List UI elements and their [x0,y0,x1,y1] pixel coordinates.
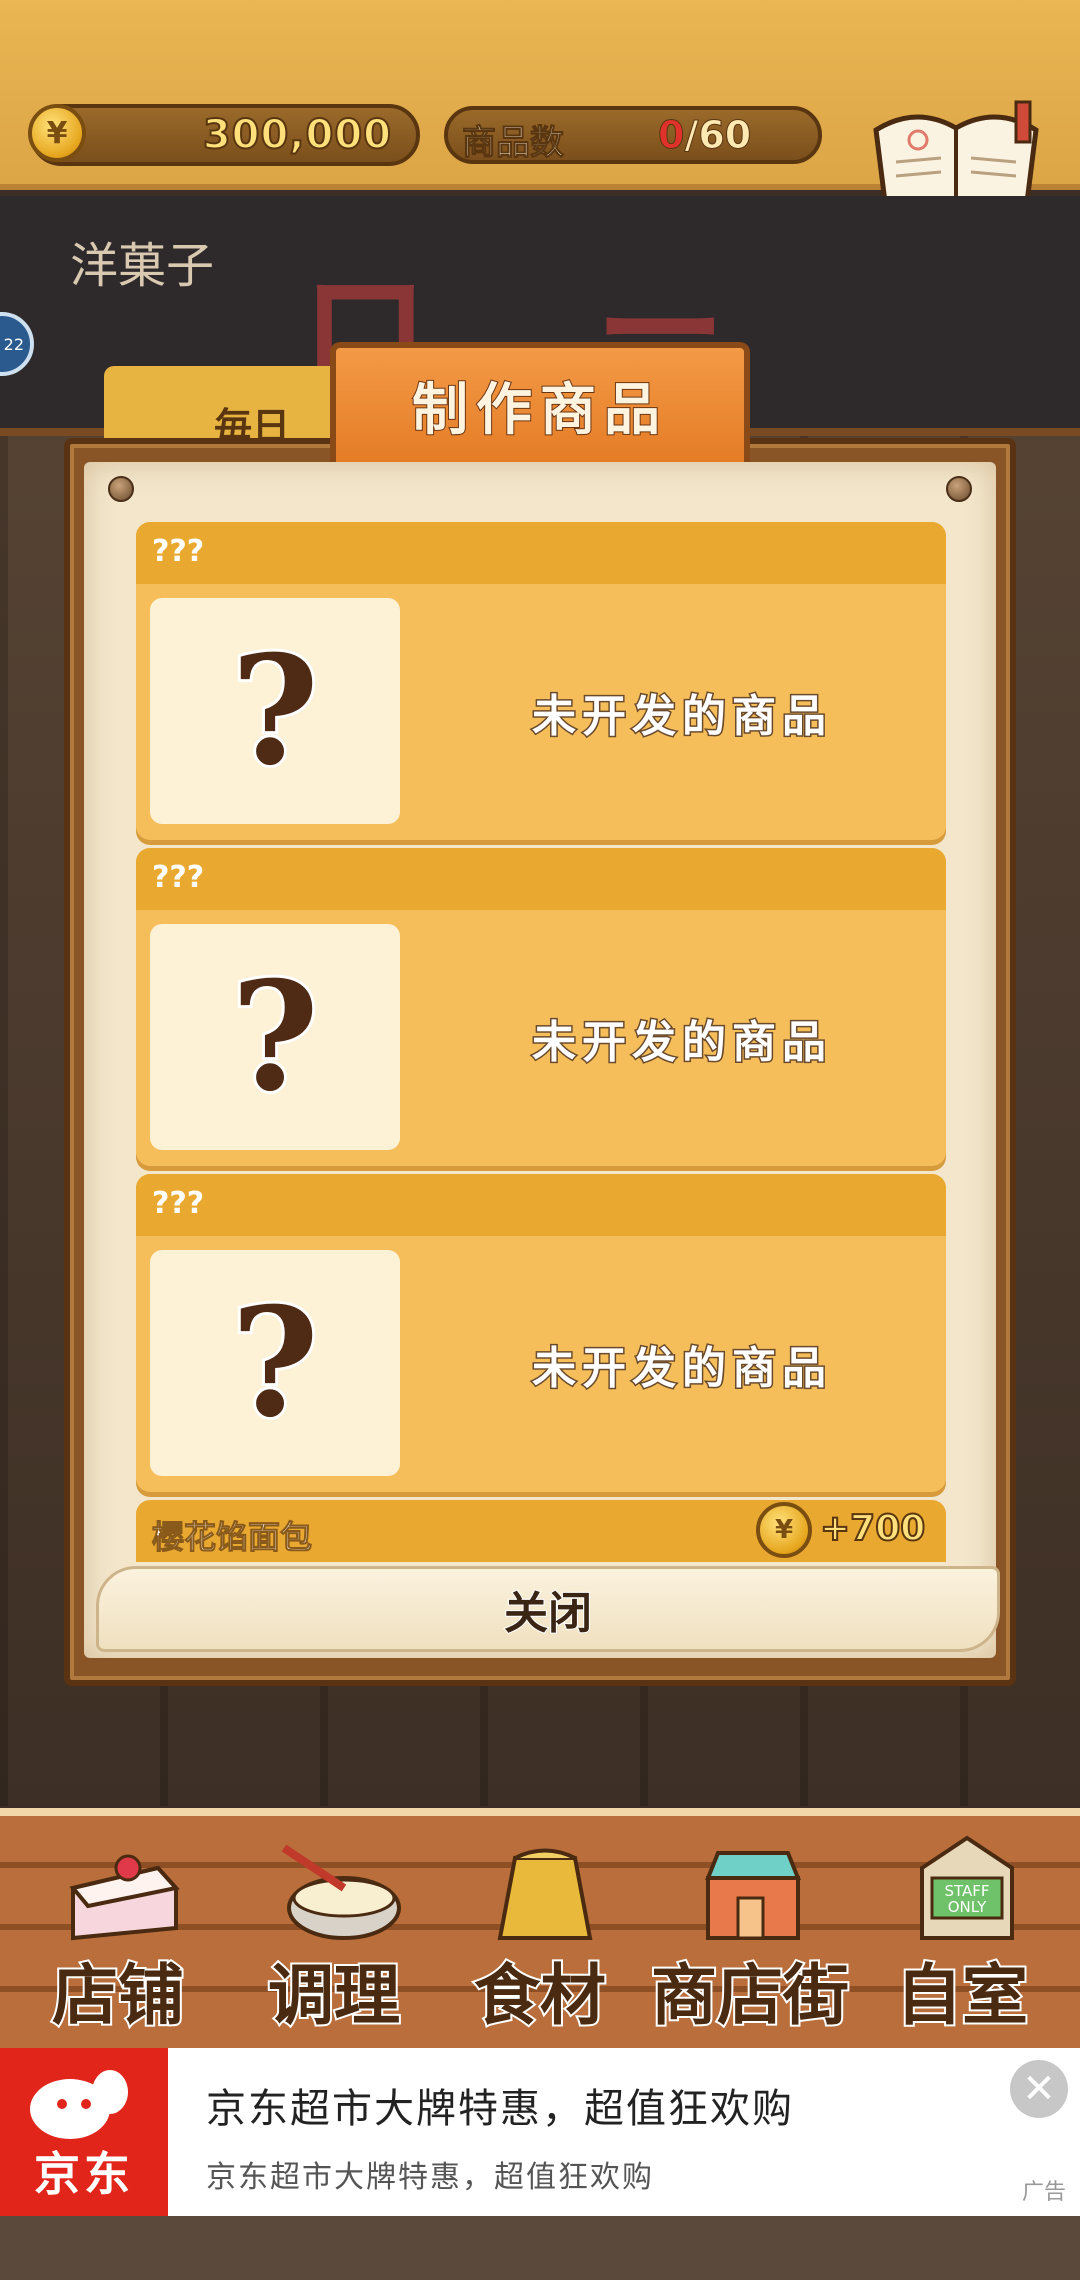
nav-label: 调理 [266,1955,402,2036]
nav-shop[interactable]: 店铺 [18,1828,218,2050]
nav-label: 自室 [894,1955,1030,2036]
money-value: 300,000 [202,111,392,159]
product-thumbnail: ? [150,598,400,824]
modal-title: 制作商品 [411,377,668,444]
shop-street-icon [705,1851,801,1940]
question-mark-icon: ? [228,946,322,1128]
product-card[interactable]: ??? ? 未开发的商品 [136,522,946,840]
top-status-bar: ¥ 300,000 商品数 0/60 食谱 [0,0,1080,258]
pin-icon [108,476,134,502]
card-header: ??? [136,522,946,584]
pin-icon [946,476,972,502]
goods-label: 商品数 [462,123,565,164]
close-label: 关闭 [503,1587,593,1640]
card-status: 未开发的商品 [531,1016,832,1070]
question-mark-icon: ? [228,620,322,802]
mixing-bowl-icon [281,1844,401,1940]
product-thumbnail: ? [150,924,400,1150]
nav-ingredients[interactable]: 食材 [440,1828,640,2050]
nav-label: 食材 [472,1955,608,2036]
close-button[interactable]: 关闭 [96,1566,1000,1652]
svg-text:ONLY: ONLY [948,1898,987,1916]
goods-max: 60 [698,113,752,158]
close-icon[interactable]: ✕ [1010,2060,1068,2118]
ad-tag: 广告 [1021,2180,1066,2205]
flour-bag-icon [497,1848,593,1940]
nav-cooking[interactable]: 调理 [234,1828,434,2050]
nav-label: 店铺 [50,1955,186,2036]
nav-my-room[interactable]: STAFF ONLY 自室 [862,1828,1062,2050]
side-badge[interactable]: 22 [0,312,34,376]
question-mark-icon: ? [228,1272,322,1454]
card-status: 未开发的商品 [531,690,832,744]
modal-title-tab: 制作商品 [330,342,750,462]
ad-brand-logo: 京东 [0,2048,168,2216]
product-name: 樱花馅面包 [151,1518,313,1557]
ad-brand-name: 京东 [34,2147,134,2201]
goods-current: 0 [657,113,685,158]
card-status: 未开发的商品 [531,1342,832,1396]
ad-title: 京东超市大牌特惠，超值狂欢购 [206,2086,794,2132]
cake-icon [69,1854,180,1941]
shop-sign-small: 洋菓子 [70,238,215,294]
ad-banner[interactable]: 京东 京东超市大牌特惠，超值狂欢购 京东超市大牌特惠，超值狂欢购 ✕ 广告 [0,2048,1080,2216]
ad-subtitle: 京东超市大牌特惠，超值狂欢购 [206,2160,654,2195]
product-card[interactable]: ??? ? 未开发的商品 [136,1174,946,1492]
money-display: ¥ 300,000 [28,104,420,166]
product-thumbnail: ? [150,1250,400,1476]
card-header: ??? [136,848,946,910]
product-card-partial[interactable]: 樱花馅面包 ¥ +700 [136,1500,946,1562]
goods-count-display: 商品数 0/60 [444,106,822,164]
product-card[interactable]: ??? ? 未开发的商品 [136,848,946,1166]
bottom-nav: 店铺 调理 食材 商店街 STAFF ONLY 自室 [0,1808,1080,2048]
yen-coin-icon: ¥ [756,1502,812,1558]
yen-coin-icon: ¥ [28,104,86,162]
card-header: ??? [136,1174,946,1236]
goods-separator: / [684,113,699,158]
bottom-strip [0,2216,1080,2280]
product-price: +700 [819,1507,926,1550]
staff-door-icon: STAFF ONLY [920,1835,1014,1940]
nav-label: 商店街 [649,1955,851,2036]
goods-count: 0/60 [657,113,752,158]
nav-shopping-street[interactable]: 商店街 [640,1828,860,2050]
